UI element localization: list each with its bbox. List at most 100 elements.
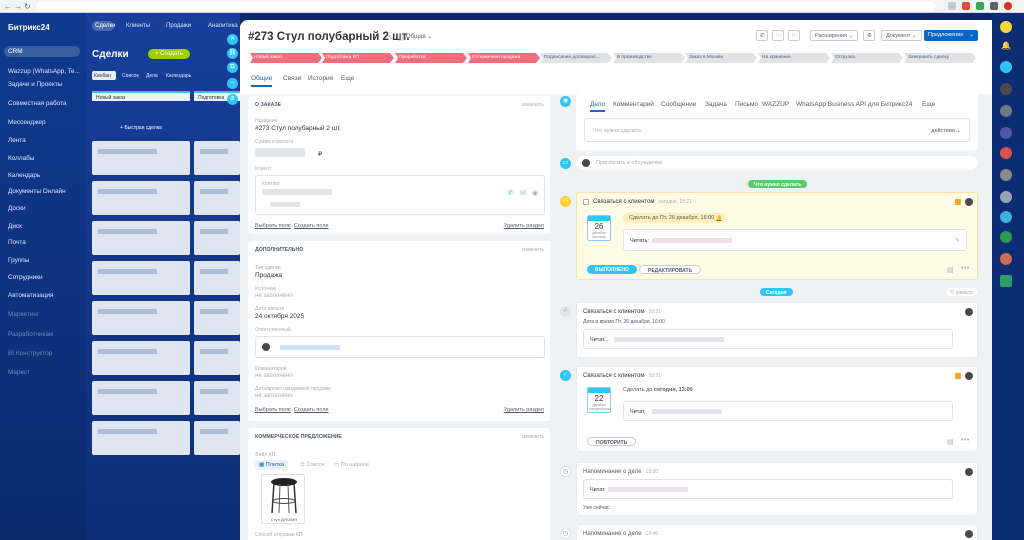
sidebar-item[interactable]: Wazzup (WhatsApp, Te... [8, 68, 80, 75]
quick-deal-button[interactable]: + Быстрая сделка [92, 125, 190, 133]
kanban-card[interactable] [194, 181, 240, 215]
kanban-card[interactable] [92, 301, 190, 335]
sidebar-item[interactable]: Автоматизация [8, 292, 53, 299]
responsible-avatar[interactable] [965, 198, 973, 206]
detail-tab[interactable]: Связи [283, 75, 301, 82]
category-selector[interactable]: Общая ⌄ [406, 33, 432, 40]
link-icon[interactable]: ⛓ [397, 34, 406, 42]
pencil-icon[interactable]: ✎ [955, 237, 960, 244]
contact-name-redacted[interactable] [262, 189, 332, 195]
proposal-button[interactable]: Предложение ⌄ [924, 30, 978, 41]
more-icon[interactable]: ••• [961, 437, 970, 444]
reload-icon[interactable]: ↻ [24, 2, 31, 11]
logo[interactable]: Битрикс24 [8, 23, 50, 32]
kanban-card[interactable] [194, 341, 240, 375]
edit-section-link[interactable]: изменить [522, 247, 544, 253]
item-title[interactable]: Связаться с клиентом 15:21 [583, 373, 661, 379]
forward-icon[interactable]: → [14, 2, 22, 11]
gear-icon[interactable]: ⚙ [863, 30, 875, 41]
sidebar-item[interactable]: Группы [8, 257, 29, 264]
kanban-card[interactable] [92, 421, 190, 455]
phone-icon[interactable]: ✆ [756, 30, 768, 41]
sidebar-item[interactable]: Разработчикам [8, 331, 53, 338]
select-field-link[interactable]: Выбрать поле [255, 223, 291, 229]
stage-item[interactable]: В производстве [613, 53, 685, 63]
kanban-card[interactable] [194, 221, 240, 255]
timeline-tab[interactable]: Еще [922, 101, 935, 108]
user-avatar[interactable] [1000, 21, 1012, 33]
create-field-link[interactable]: Создать поле [294, 407, 329, 413]
timeline-tab[interactable]: Задача [705, 101, 727, 108]
select-field-link[interactable]: Выбрать поле [255, 407, 291, 413]
contact-avatar[interactable] [1000, 127, 1012, 139]
sidebar-item[interactable]: Мессенджер [8, 119, 46, 126]
activity-description[interactable]: Читать: ✎ [623, 229, 967, 251]
repeat-button[interactable]: ПОВТОРИТЬ [587, 437, 637, 446]
profile-icon[interactable] [1004, 2, 1012, 10]
note-icon[interactable]: ▤ [947, 438, 954, 446]
minimize-icon[interactable]: – [227, 78, 238, 89]
kanban-card[interactable] [194, 301, 240, 335]
item-description[interactable]: Читат, [623, 401, 953, 421]
apps-icon[interactable] [1000, 275, 1012, 287]
contact-avatar[interactable] [1000, 191, 1012, 203]
create-field-link[interactable]: Создать поле [294, 223, 329, 229]
pencil-icon[interactable]: ✎ [388, 34, 394, 42]
start-date-value[interactable]: 24 октября 2025 [255, 313, 304, 320]
stage-item[interactable]: Завершить сделку [904, 53, 976, 63]
stage-item[interactable]: Подготовка КП [322, 53, 394, 63]
expansion-button[interactable]: Расширения ⌄ [810, 30, 859, 41]
mail-icon[interactable]: ✉ [788, 30, 800, 41]
file-thumbnail[interactable]: Стул ДУБЛИН [261, 474, 305, 524]
stage-item[interactable]: Заказ в Москве [685, 53, 757, 63]
timeline-tab[interactable]: WhatsApp Business API для Битрикс24 [796, 101, 912, 108]
sidebar-item[interactable]: Документы Онлайн [8, 188, 66, 195]
view-wide-button[interactable]: ▭ По ширине [334, 462, 369, 468]
extensions-puzzle-icon[interactable] [990, 2, 998, 10]
crm-tab-clients[interactable]: Клиенты [126, 23, 150, 29]
kanban-card[interactable] [194, 421, 240, 455]
chevron-down-icon[interactable]: ⌄ [969, 32, 974, 38]
deal-name-value[interactable]: #273 Стул полубарный 2 шт. [255, 125, 341, 132]
view-list[interactable]: Список [122, 73, 139, 79]
contact-avatar[interactable] [1000, 211, 1012, 223]
sidebar-item[interactable]: Маркет [8, 369, 30, 376]
timeline-tab[interactable]: WAZZUP [762, 101, 789, 108]
sidebar-item[interactable]: CRM [4, 46, 80, 57]
document-button[interactable]: Документ ⌄ [881, 30, 922, 41]
view-kanban[interactable]: Канбан [92, 71, 116, 80]
more-icon[interactable]: ••• [961, 265, 970, 272]
sidebar-item[interactable]: Задачи и Проекты [8, 81, 62, 88]
note-icon[interactable]: ▤ [947, 266, 954, 274]
contact-avatar[interactable] [1000, 105, 1012, 117]
extension-icon[interactable] [976, 2, 984, 10]
new-window-icon[interactable]: ⧉ [227, 62, 238, 73]
chat-icon[interactable]: ◉ [532, 189, 538, 197]
activity-title[interactable]: Связаться с клиентом сегодня, 15:21 [593, 199, 692, 205]
link-icon[interactable]: ⛓ [227, 48, 238, 59]
view-list-button[interactable]: ☰ Список [300, 462, 325, 468]
actions-dropdown[interactable]: действия ⌄ [931, 128, 961, 134]
item-description[interactable]: Читат... [583, 329, 953, 349]
crm-tab-sales[interactable]: Продажи [166, 23, 191, 29]
address-bar[interactable] [36, 2, 936, 11]
done-button[interactable]: ВЫПОЛНЕНО [587, 265, 637, 274]
kanban-card[interactable] [194, 141, 240, 175]
chat-icon[interactable] [1000, 61, 1012, 73]
stage-item[interactable]: Подписание договора/с... [540, 53, 612, 63]
kanban-card[interactable] [92, 261, 190, 295]
item-description[interactable]: Читат. [583, 479, 953, 499]
back-icon[interactable]: ← [4, 2, 12, 11]
create-deal-button[interactable]: + Создать [148, 49, 190, 59]
sidebar-item[interactable]: Сотрудники [8, 274, 43, 281]
extension-icon[interactable] [962, 2, 970, 10]
activity-input[interactable]: Что нужно сделать действия ⌄ [584, 118, 970, 142]
detail-tab[interactable]: Еще [341, 75, 354, 82]
sidebar-item[interactable]: BI Конструктор [8, 350, 52, 357]
mail-icon[interactable]: ✉ [520, 189, 526, 197]
view-calendar[interactable]: Календарь [166, 73, 191, 79]
stage-item[interactable]: Отложенная продажа [468, 53, 540, 63]
responsible-name-redacted[interactable] [280, 345, 340, 350]
edit-section-link[interactable]: изменить [522, 434, 544, 440]
kanban-card[interactable] [92, 221, 190, 255]
